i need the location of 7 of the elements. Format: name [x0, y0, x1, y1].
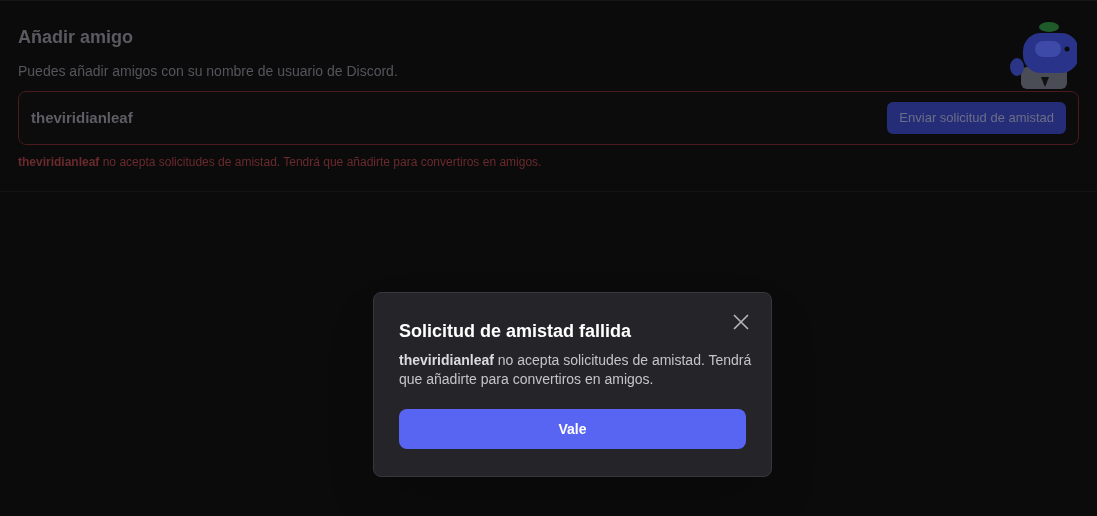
dialog-title: Solicitud de amistad fallida	[399, 320, 632, 343]
section-subtitle: Puedes añadir amigos con su nombre de usuario de Discord.	[18, 62, 398, 81]
close-icon[interactable]	[733, 314, 749, 330]
dialog-message: theviridianleaf no acepta solicitudes de amistad. Tendrá que añadirte para convertiros en amigos.	[399, 351, 753, 389]
section-title: Añadir amigo	[18, 26, 134, 49]
error-message: theviridianleaf no acepta solicitudes de amistad. Tendrá que añadirte para convertiros en amigos.	[18, 154, 543, 171]
ok-button[interactable]: Vale	[399, 409, 746, 449]
